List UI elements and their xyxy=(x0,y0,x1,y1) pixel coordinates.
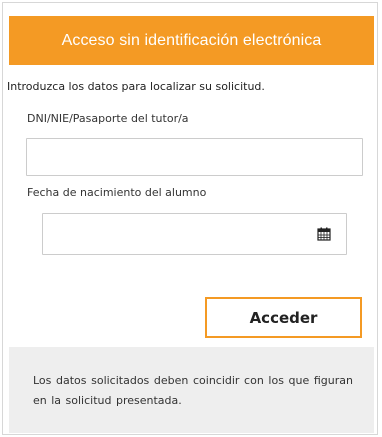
dni-label: DNI/NIE/Pasaporte del tutor/a xyxy=(27,112,189,125)
panel-header: Acceso sin identificación electrónica xyxy=(9,16,374,65)
calendar-icon[interactable] xyxy=(317,227,331,241)
birthdate-input[interactable] xyxy=(42,213,347,255)
birthdate-label: Fecha de nacimiento del alumno xyxy=(27,186,207,199)
acceder-button[interactable]: Acceder xyxy=(205,297,362,338)
intro-text: Introduzca los datos para localizar su s… xyxy=(7,80,265,93)
panel-title: Acceso sin identificación electrónica xyxy=(61,31,322,49)
dni-input[interactable] xyxy=(26,138,363,176)
footer-note: Los datos solicitados deben coincidir co… xyxy=(33,374,353,407)
info-footer: Los datos solicitados deben coincidir co… xyxy=(9,347,374,433)
